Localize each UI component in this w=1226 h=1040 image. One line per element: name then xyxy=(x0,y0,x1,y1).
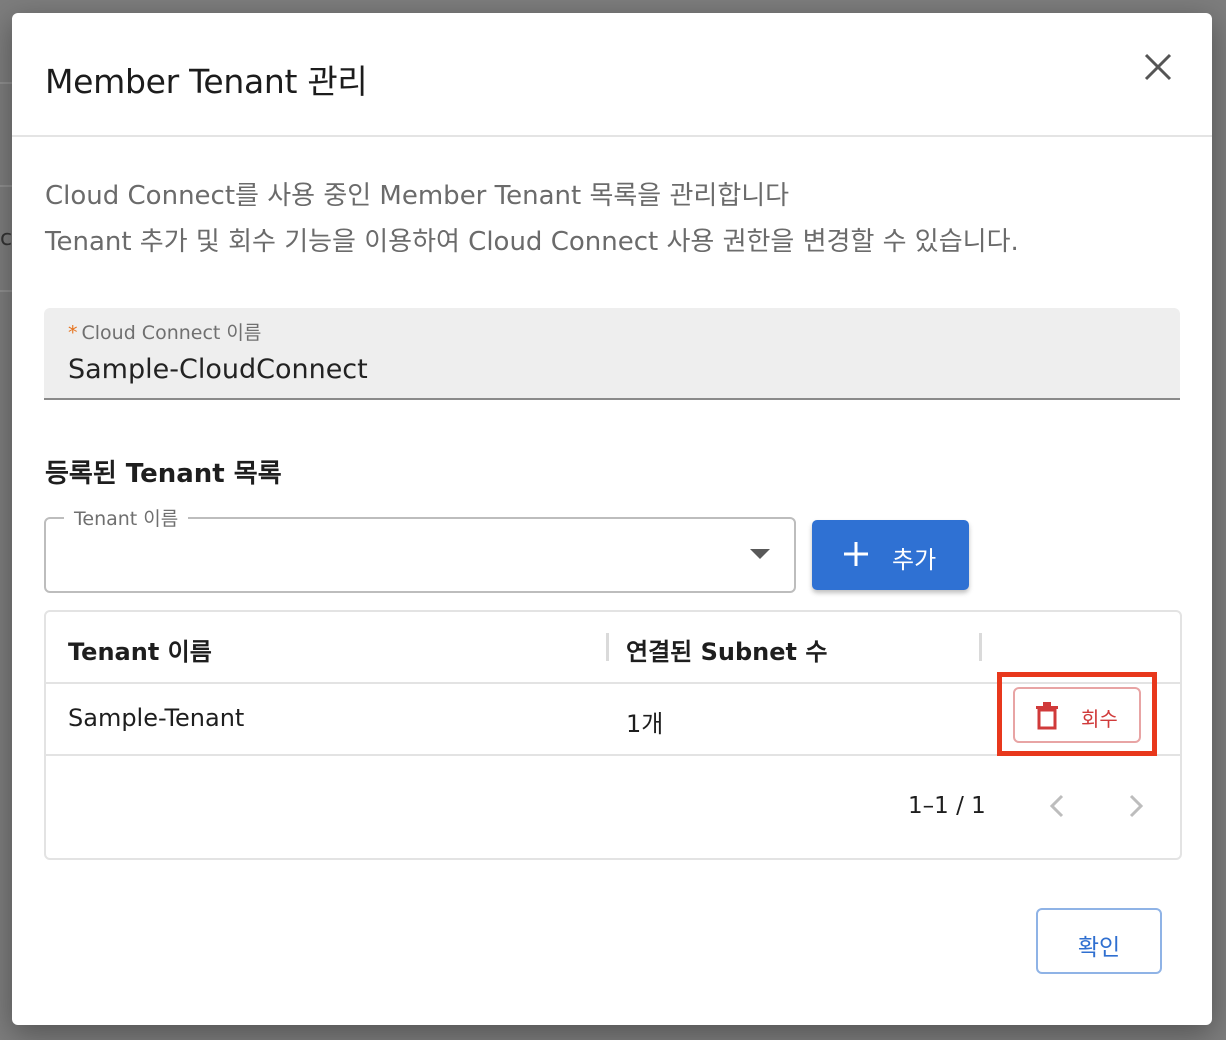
background-divider xyxy=(0,290,12,292)
chevron-left-icon xyxy=(1049,794,1064,818)
revoke-button-label: 회수 xyxy=(1081,707,1118,731)
cloud-connect-name-field: * Cloud Connect 이름 Sample-CloudConnect xyxy=(44,308,1180,400)
tenant-name-select[interactable]: Tenant 이름 xyxy=(44,504,796,593)
dialog-title: Member Tenant 관리 xyxy=(45,62,368,101)
required-mark: * xyxy=(68,322,78,344)
tenant-select-label: Tenant 이름 xyxy=(64,504,189,531)
tenant-list-title: 등록된 Tenant 목록 xyxy=(45,459,282,489)
dropdown-arrow-icon xyxy=(750,549,770,559)
tenant-name-cell: Sample-Tenant xyxy=(68,704,245,732)
description-line-2: Tenant 추가 및 회수 기능을 이용하여 Cloud Connect 사용… xyxy=(45,227,1019,257)
close-icon xyxy=(1144,53,1172,81)
column-resize-handle[interactable] xyxy=(979,633,982,661)
next-page-button[interactable] xyxy=(1123,792,1147,820)
background-divider xyxy=(0,82,12,84)
chevron-right-icon xyxy=(1129,794,1144,818)
previous-page-button[interactable] xyxy=(1046,792,1070,820)
cloud-connect-label-text: Cloud Connect 이름 xyxy=(81,322,262,344)
dialog-description: Cloud Connect를 사용 중인 Member Tenant 목록을 관… xyxy=(45,173,1019,265)
column-resize-handle[interactable] xyxy=(606,633,609,661)
close-button[interactable] xyxy=(1140,49,1176,85)
description-line-1: Cloud Connect를 사용 중인 Member Tenant 목록을 관… xyxy=(45,181,790,211)
tenant-table: Tenant 이름 연결된 Subnet 수 Sample-Tenant 1개 … xyxy=(44,610,1182,860)
background-divider xyxy=(0,185,12,187)
confirm-button[interactable]: 확인 xyxy=(1036,908,1162,974)
dialog-header: Member Tenant 관리 xyxy=(12,13,1212,137)
column-header-tenant-name: Tenant 이름 xyxy=(68,638,212,666)
subnet-count-cell: 1개 xyxy=(626,710,664,738)
confirm-button-label: 확인 xyxy=(1077,935,1121,961)
plus-icon xyxy=(844,542,868,566)
member-tenant-dialog: Member Tenant 관리 Cloud Connect를 사용 중인 Me… xyxy=(12,13,1212,1025)
cloud-connect-name-label: * Cloud Connect 이름 xyxy=(68,318,261,345)
column-header-subnet-count: 연결된 Subnet 수 xyxy=(626,638,828,666)
add-tenant-button[interactable]: 추가 xyxy=(812,520,969,590)
cloud-connect-name-value: Sample-CloudConnect xyxy=(68,354,368,385)
table-row: Sample-Tenant 1개 회수 xyxy=(46,672,1180,756)
background-partial-text: c xyxy=(0,226,13,251)
trash-icon xyxy=(1036,702,1058,730)
pagination-range: 1–1 / 1 xyxy=(908,793,986,819)
add-button-label: 추가 xyxy=(892,546,937,574)
revoke-button[interactable]: 회수 xyxy=(1013,687,1141,743)
